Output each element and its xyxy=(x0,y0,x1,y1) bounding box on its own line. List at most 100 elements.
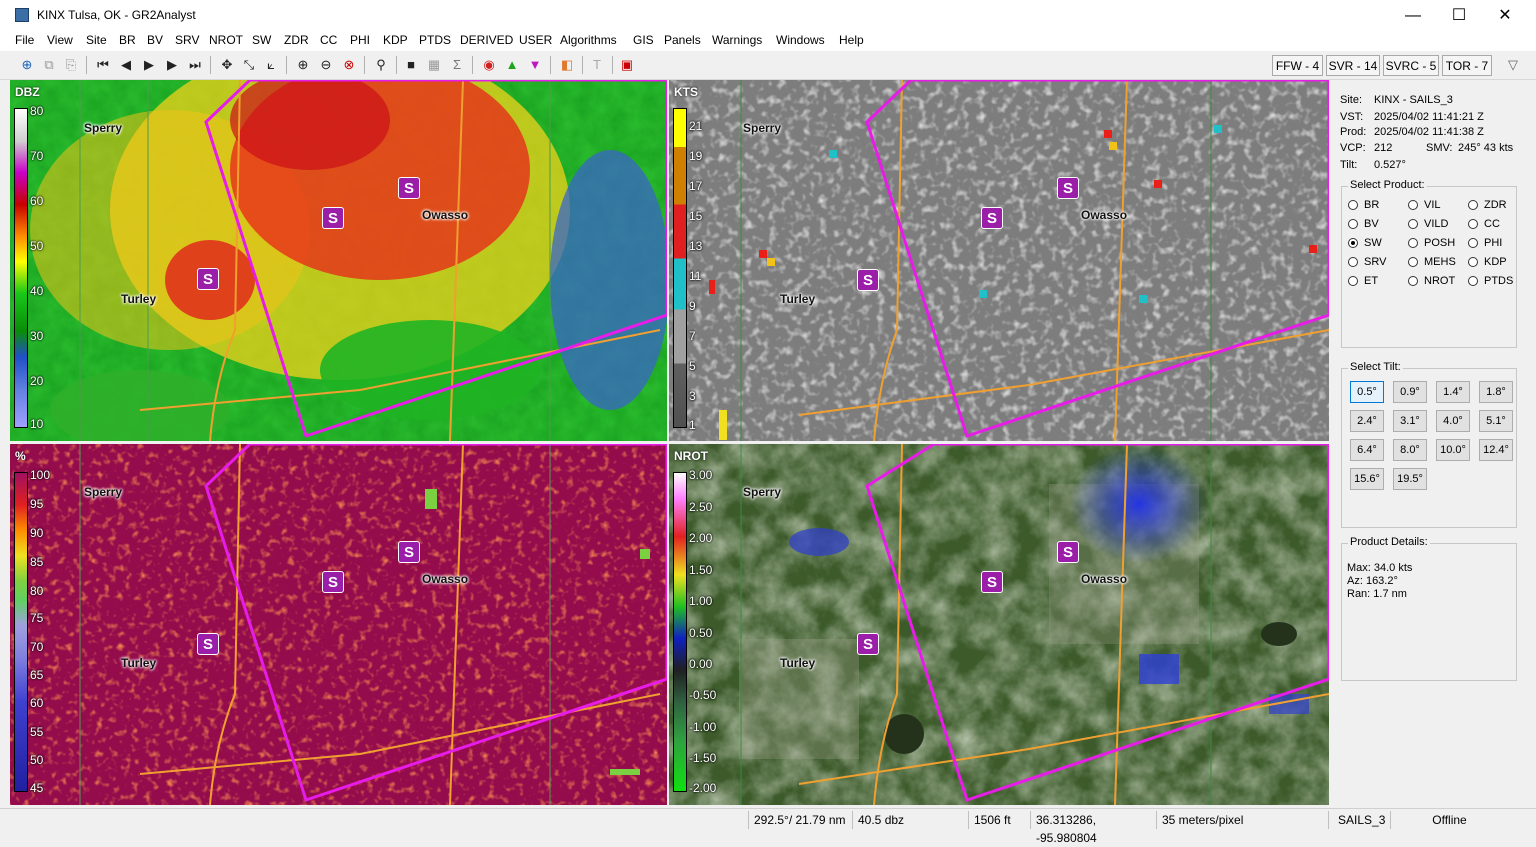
tilt-button-12-4[interactable]: 12.4° xyxy=(1479,439,1513,461)
menu-warnings[interactable]: Warnings xyxy=(712,33,762,47)
tornado-marker-icon[interactable]: S xyxy=(322,571,344,593)
tornado-marker-icon[interactable]: S xyxy=(1057,541,1079,563)
previous-frame-icon[interactable]: ◀ xyxy=(117,56,135,74)
tilt-button-0-5[interactable]: 0.5° xyxy=(1350,381,1384,403)
menu-user[interactable]: USER xyxy=(519,33,552,47)
zoom-reset-icon[interactable]: ⊗ xyxy=(340,56,358,74)
tornado-marker-icon[interactable]: S xyxy=(197,268,219,290)
tilt-button-4-0[interactable]: 4.0° xyxy=(1436,410,1470,432)
text-tool-icon[interactable]: T xyxy=(588,56,606,74)
cross-section-icon[interactable]: ⟀ xyxy=(262,56,280,74)
product-radio-srv[interactable]: SRV xyxy=(1348,256,1386,268)
product-radio-ptds[interactable]: PTDS xyxy=(1468,275,1513,287)
tilt-button-5-1[interactable]: 5.1° xyxy=(1479,410,1513,432)
grid-icon[interactable]: ▦ xyxy=(425,56,443,74)
product-radio-et[interactable]: ET xyxy=(1348,275,1378,287)
tilt-button-1-4[interactable]: 1.4° xyxy=(1436,381,1470,403)
menu-algorithms[interactable]: Algorithms xyxy=(560,33,617,47)
measure-icon[interactable]: ⤡ xyxy=(240,56,258,74)
menu-derived[interactable]: DERIVED xyxy=(460,33,513,47)
product-radio-vil[interactable]: VIL xyxy=(1408,199,1441,211)
city-label: Turley xyxy=(780,656,816,670)
tornado-marker-icon[interactable]: S xyxy=(857,633,879,655)
paste-icon[interactable]: ⎘ xyxy=(62,56,80,74)
product-radio-posh[interactable]: POSH xyxy=(1408,237,1455,249)
menu-srv[interactable]: SRV xyxy=(175,33,199,47)
record-icon[interactable]: ▣ xyxy=(618,56,636,74)
storm-tracks-icon[interactable]: ◉ xyxy=(480,56,498,74)
close-button[interactable]: ✕ xyxy=(1482,0,1528,31)
maximize-button[interactable]: ☐ xyxy=(1436,0,1482,31)
tilt-button-19-5[interactable]: 19.5° xyxy=(1393,468,1427,490)
sum-icon[interactable]: Σ xyxy=(448,56,466,74)
product-radio-sw[interactable]: SW xyxy=(1348,237,1382,249)
product-radio-bv[interactable]: BV xyxy=(1348,218,1379,230)
placefile-icon[interactable]: ⚲ xyxy=(372,56,390,74)
legend-label: 20 xyxy=(30,374,44,388)
storm-down-icon[interactable]: ▼ xyxy=(526,56,544,74)
play-icon[interactable]: ▶ xyxy=(140,56,158,74)
product-radio-phi[interactable]: PHI xyxy=(1468,237,1502,249)
tornado-marker-icon[interactable]: S xyxy=(981,207,1003,229)
tornado-marker-icon[interactable]: S xyxy=(1057,177,1079,199)
menu-file[interactable]: File xyxy=(15,33,34,47)
menu-cc[interactable]: CC xyxy=(320,33,337,47)
tilt-button-10-0[interactable]: 10.0° xyxy=(1436,439,1470,461)
tilt-button-15-6[interactable]: 15.6° xyxy=(1350,468,1384,490)
tornado-marker-icon[interactable]: S xyxy=(398,177,420,199)
menu-ptds[interactable]: PTDS xyxy=(419,33,451,47)
nrot-panel[interactable]: NROT 3.00 2.50 2.00 1.50 1.00 0.50 0.00 … xyxy=(669,444,1329,805)
correlation-coefficient-panel[interactable]: % 100 95 90 85 80 75 70 65 60 55 50 45 S… xyxy=(10,444,667,805)
menu-help[interactable]: Help xyxy=(839,33,864,47)
tilt-button-8-0[interactable]: 8.0° xyxy=(1393,439,1427,461)
tilt-button-6-4[interactable]: 6.4° xyxy=(1350,439,1384,461)
product-radio-nrot[interactable]: NROT xyxy=(1408,275,1455,287)
tilt-button-2-4[interactable]: 2.4° xyxy=(1350,410,1384,432)
menu-phi[interactable]: PHI xyxy=(350,33,370,47)
product-radio-kdp[interactable]: KDP xyxy=(1468,256,1507,268)
tilt-button-1-8[interactable]: 1.8° xyxy=(1479,381,1513,403)
menu-br[interactable]: BR xyxy=(119,33,136,47)
menu-site[interactable]: Site xyxy=(86,33,107,47)
tornado-marker-icon[interactable]: S xyxy=(398,541,420,563)
first-frame-icon[interactable]: ⏮ xyxy=(94,56,112,74)
product-radio-zdr[interactable]: ZDR xyxy=(1468,199,1507,211)
reflectivity-panel[interactable]: DBZ 80 70 60 50 40 30 20 10 Sperry Owass… xyxy=(10,80,667,441)
menu-bv[interactable]: BV xyxy=(147,33,163,47)
last-frame-icon[interactable]: ⏭ xyxy=(186,56,204,74)
tilt-button-3-1[interactable]: 3.1° xyxy=(1393,410,1427,432)
menu-panels[interactable]: Panels xyxy=(664,33,701,47)
menu-gis[interactable]: GIS xyxy=(633,33,654,47)
menu-sw[interactable]: SW xyxy=(252,33,271,47)
storm-up-icon[interactable]: ▲ xyxy=(503,56,521,74)
tornado-marker-icon[interactable]: S xyxy=(857,269,879,291)
filter-icon[interactable]: ▽ xyxy=(1504,56,1522,74)
product-radio-mehs[interactable]: MEHS xyxy=(1408,256,1456,268)
volume-icon[interactable]: ■ xyxy=(402,56,420,74)
next-frame-icon[interactable]: ▶ xyxy=(163,56,181,74)
copy-icon[interactable]: ⧉ xyxy=(40,56,58,74)
tornado-marker-icon[interactable]: S xyxy=(322,207,344,229)
svrc-warnings-button[interactable]: SVRC - 5 xyxy=(1383,55,1439,76)
minimize-button[interactable]: — xyxy=(1390,0,1436,31)
menu-zdr[interactable]: ZDR xyxy=(284,33,309,47)
menu-view[interactable]: View xyxy=(47,33,73,47)
product-radio-cc[interactable]: CC xyxy=(1468,218,1500,230)
product-radio-vild[interactable]: VILD xyxy=(1408,218,1448,230)
color-table-icon[interactable]: ◧ xyxy=(558,56,576,74)
site-globe-icon[interactable]: ⊕ xyxy=(18,56,36,74)
spectrum-width-panel[interactable]: KTS 21 19 17 15 13 11 9 7 5 3 1 Sperry O… xyxy=(669,80,1329,441)
tornado-marker-icon[interactable]: S xyxy=(981,571,1003,593)
product-radio-br[interactable]: BR xyxy=(1348,199,1379,211)
tilt-button-0-9[interactable]: 0.9° xyxy=(1393,381,1427,403)
svr-warnings-button[interactable]: SVR - 14 xyxy=(1326,55,1380,76)
menu-nrot[interactable]: NROT xyxy=(209,33,243,47)
zoom-out-icon[interactable]: ⊖ xyxy=(317,56,335,74)
tornado-marker-icon[interactable]: S xyxy=(197,633,219,655)
pan-icon[interactable]: ✥ xyxy=(218,56,236,74)
ffw-warnings-button[interactable]: FFW - 4 xyxy=(1272,55,1323,76)
menu-kdp[interactable]: KDP xyxy=(383,33,408,47)
menu-windows[interactable]: Windows xyxy=(776,33,825,47)
zoom-in-icon[interactable]: ⊕ xyxy=(294,56,312,74)
tor-warnings-button[interactable]: TOR - 7 xyxy=(1442,55,1492,76)
